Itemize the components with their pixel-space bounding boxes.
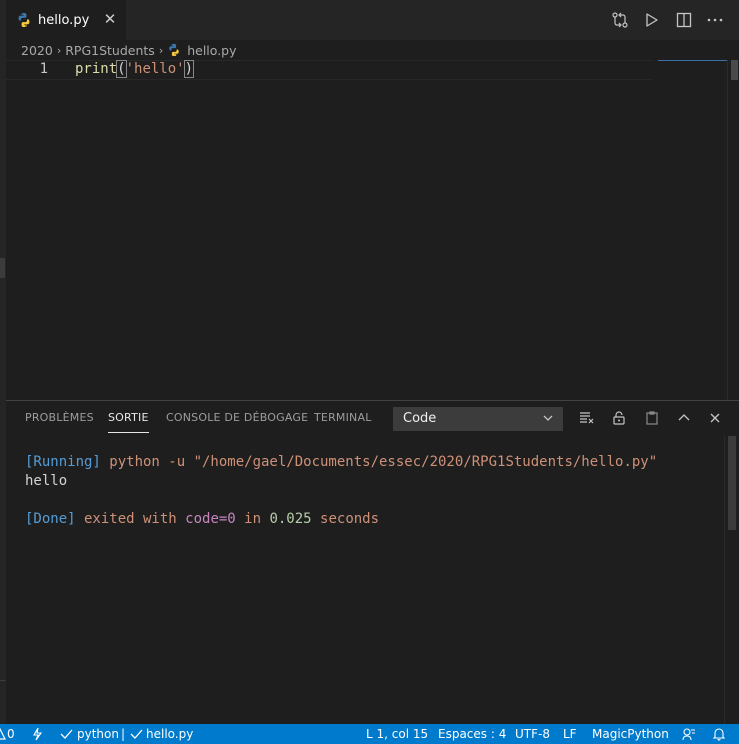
output-panel: PROBLÈMES SORTIE CONSOLE DE DÉBOGAGE TER… <box>6 400 739 725</box>
feedback-icon[interactable] <box>682 727 696 741</box>
status-file[interactable]: hello.py <box>146 727 193 741</box>
scrollbar-thumb[interactable] <box>731 60 738 80</box>
indentation[interactable]: Espaces : 4 <box>438 727 506 741</box>
language-mode[interactable]: MagicPython <box>592 727 669 741</box>
check-icon <box>130 729 143 739</box>
output-line: [Running] python -u "/home/gael/Document… <box>25 453 657 472</box>
breadcrumb-item[interactable]: RPG1Students <box>65 43 155 58</box>
code-bracket: ( <box>116 60 127 78</box>
chevron-down-icon <box>543 415 553 421</box>
editor-tab-bar: hello.py ✕ <box>6 0 739 40</box>
sync-icon[interactable] <box>31 727 43 741</box>
panel-tabs: PROBLÈMES SORTIE CONSOLE DE DÉBOGAGE TER… <box>6 401 739 436</box>
code-function: print <box>75 61 118 77</box>
output-text-segment: in <box>235 511 270 527</box>
maximize-panel-icon[interactable] <box>676 410 692 426</box>
python-icon <box>169 43 179 57</box>
lock-scroll-icon[interactable] <box>611 410 627 426</box>
output-line: [Done] exited with code=0 in 0.025 secon… <box>25 510 657 529</box>
code-string: 'hello' <box>125 61 185 77</box>
breadcrumb: 2020 › RPG1Students › hello.py <box>6 40 739 60</box>
output-channel-select[interactable]: Code <box>393 407 563 431</box>
run-icon[interactable] <box>641 10 661 30</box>
output-tag: [Running] <box>25 454 101 470</box>
code-bracket: ) <box>183 60 195 78</box>
line-number: 1 <box>39 61 48 77</box>
output-line: hello <box>25 473 68 489</box>
status-separator: | <box>121 727 126 741</box>
output-command: python -u "/home/gael/Documents/essec/20… <box>100 454 658 470</box>
output-text-segment: code=0 <box>185 511 236 527</box>
breadcrumb-item[interactable]: hello.py <box>187 43 236 58</box>
clear-output-icon[interactable] <box>579 410 595 426</box>
editor-scrollbar[interactable] <box>727 60 739 400</box>
status-bar: 0 python | hello.py L 1, col 15 Espaces … <box>0 724 739 744</box>
chevron-right-icon: › <box>158 43 164 57</box>
python-icon <box>18 13 30 27</box>
cursor-position[interactable]: L 1, col 15 <box>366 727 428 741</box>
scrollbar-thumb[interactable] <box>728 436 736 530</box>
encoding[interactable]: UTF-8 <box>515 727 550 741</box>
bell-icon[interactable] <box>712 727 726 741</box>
close-panel-icon[interactable] <box>707 410 723 426</box>
output-text[interactable]: [Running] python -u "/home/gael/Document… <box>25 434 657 567</box>
panel-scrollbar[interactable] <box>724 436 739 725</box>
line-ending[interactable]: LF <box>563 727 577 741</box>
output-tag: [Done] <box>25 511 76 527</box>
tab-debug-console[interactable]: CONSOLE DE DÉBOGAGE <box>166 411 308 424</box>
open-changes-icon[interactable] <box>610 10 630 30</box>
chevron-right-icon: › <box>56 43 62 57</box>
select-value: Code <box>403 411 437 426</box>
split-editor-icon[interactable] <box>674 10 694 30</box>
open-log-icon[interactable] <box>644 410 660 426</box>
code-editor[interactable]: 1 print('hello') <box>6 60 733 400</box>
output-text-segment: 0.025 <box>269 511 312 527</box>
tab-output[interactable]: SORTIE <box>108 411 149 433</box>
breadcrumb-item[interactable]: 2020 <box>21 43 53 58</box>
warning-icon[interactable] <box>0 728 6 740</box>
tab-problems[interactable]: PROBLÈMES <box>25 411 94 424</box>
tab-label: hello.py <box>38 12 90 28</box>
minimap[interactable] <box>658 60 727 400</box>
output-text-segment: seconds <box>311 511 380 527</box>
code-line[interactable]: print('hello') <box>75 60 195 79</box>
check-icon <box>60 729 73 739</box>
output-text-segment: exited with <box>75 511 186 527</box>
python-interpreter[interactable]: python <box>77 727 119 741</box>
problems-count[interactable]: 0 <box>7 727 15 741</box>
minimap-viewport <box>658 60 733 61</box>
more-actions-icon[interactable] <box>705 10 725 30</box>
tab-hello-py[interactable]: hello.py ✕ <box>6 0 126 40</box>
close-icon[interactable]: ✕ <box>102 11 118 27</box>
tab-terminal[interactable]: TERMINAL <box>314 411 372 424</box>
